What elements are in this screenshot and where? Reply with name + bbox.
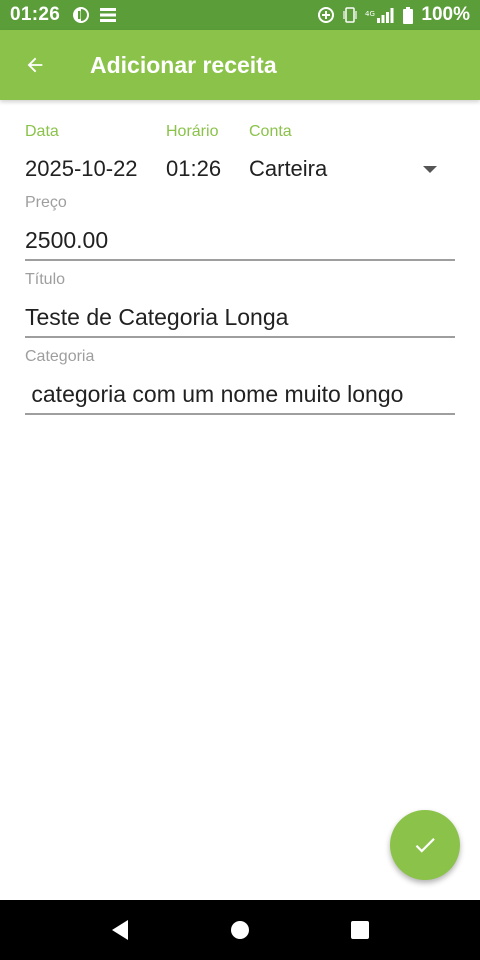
list-notification-icon bbox=[100, 8, 117, 22]
status-notification-icons bbox=[72, 6, 117, 24]
vibrate-icon bbox=[343, 7, 357, 23]
save-button[interactable] bbox=[390, 810, 460, 880]
title-input-underline bbox=[25, 336, 455, 338]
date-field[interactable]: 2025-10-22 bbox=[25, 156, 138, 182]
categoria-label: Categoria bbox=[25, 348, 95, 365]
data-saver-icon bbox=[318, 7, 335, 23]
conta-selected-value: Carteira bbox=[249, 156, 328, 181]
battery-percentage: 100% bbox=[421, 4, 470, 25]
page-title: Adicionar receita bbox=[90, 51, 277, 78]
status-time: 01:26 bbox=[10, 4, 61, 25]
category-input[interactable]: categoria com um nome muito longo bbox=[25, 381, 403, 408]
battery-icon bbox=[403, 6, 414, 24]
check-icon bbox=[415, 838, 435, 853]
horario-label: Horário bbox=[166, 123, 219, 140]
app-bar: Adicionar receita bbox=[0, 30, 480, 100]
status-bar: 01:26 4G 100% bbox=[0, 0, 480, 30]
data-label: Data bbox=[25, 123, 59, 140]
signal-icon: 4G bbox=[365, 8, 394, 23]
network-type-text: 4G bbox=[365, 10, 375, 18]
nav-recents-button[interactable] bbox=[350, 920, 370, 940]
app-notification-icon bbox=[73, 7, 90, 23]
preco-label: Preço bbox=[25, 194, 67, 211]
dropdown-arrow-icon bbox=[423, 166, 437, 173]
conta-label: Conta bbox=[249, 123, 292, 140]
status-right-icons: 4G 100% bbox=[317, 4, 470, 26]
system-navigation-bar bbox=[0, 900, 480, 960]
nav-home-button[interactable] bbox=[230, 920, 250, 940]
price-input[interactable]: 2500.00 bbox=[25, 227, 108, 254]
category-input-underline bbox=[25, 413, 455, 415]
title-input[interactable]: Teste de Categoria Longa bbox=[25, 304, 288, 331]
time-field[interactable]: 01:26 bbox=[166, 156, 221, 182]
price-input-underline bbox=[25, 259, 455, 261]
nav-back-button[interactable] bbox=[110, 919, 130, 941]
back-button[interactable] bbox=[0, 30, 70, 100]
titulo-label: Título bbox=[25, 271, 66, 288]
conta-dropdown[interactable]: Carteira bbox=[249, 150, 455, 190]
arrow-back-icon bbox=[27, 57, 43, 73]
